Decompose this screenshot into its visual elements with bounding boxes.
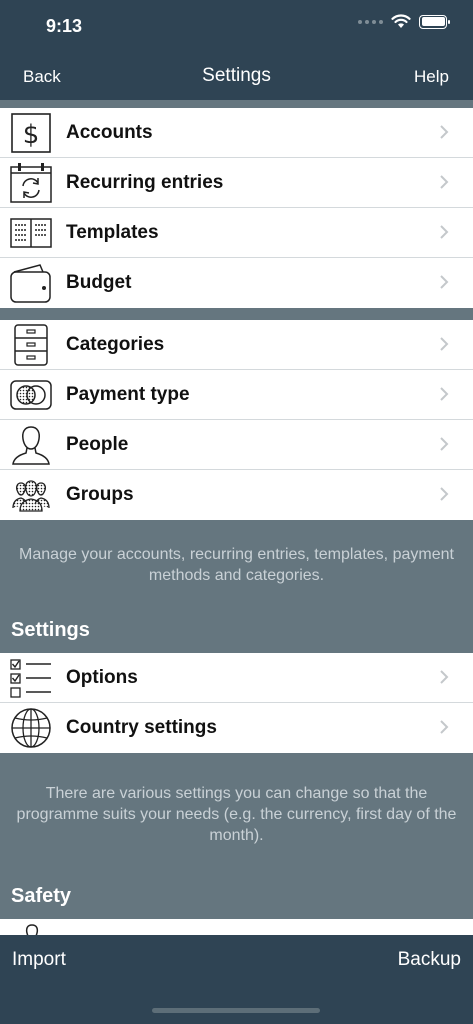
row-options[interactable]: Options [0,653,473,703]
import-button[interactable]: Import [12,949,66,971]
navigation-bar: Back Settings Help [0,52,473,100]
section-header-safety: Safety [11,885,72,907]
chevron-right-icon [440,720,449,734]
chevron-right-icon [440,670,449,684]
svg-text:$: $ [23,120,40,150]
page-title: Settings [202,65,271,86]
help-button[interactable]: Help [414,67,449,87]
row-groups[interactable]: Groups [0,470,473,520]
row-templates[interactable]: Templates [0,208,473,258]
row-payment-type[interactable]: Payment type [0,370,473,420]
person-icon [25,924,39,935]
globe-icon [10,707,52,749]
backup-button[interactable]: Backup [398,949,461,971]
section-footer-note: Manage your accounts, recurring entries,… [19,546,454,584]
row-recurring-entries[interactable]: Recurring entries [0,158,473,208]
chevron-right-icon [440,125,449,139]
row-label: Groups [66,484,134,505]
calendar-refresh-icon [10,162,52,204]
chevron-right-icon [440,337,449,351]
home-indicator[interactable] [152,1008,320,1013]
status-icons [358,14,450,29]
list-group-safety [0,919,473,935]
row-label: Templates [66,222,159,243]
row-label: Payment type [66,384,190,405]
row-label: Accounts [66,122,153,143]
row-label: Categories [66,334,165,355]
wallet-icon [10,262,52,304]
chevron-right-icon [440,225,449,239]
template-book-icon [10,212,52,254]
status-bar: 9:13 [0,0,473,52]
row-categories[interactable]: Categories [0,320,473,370]
row-country-settings[interactable]: Country settings [0,703,473,753]
chevron-right-icon [440,275,449,289]
chevron-right-icon [440,175,449,189]
list-group-settings: Options Country settings [0,653,473,753]
chevron-right-icon [440,487,449,501]
list-group-data: $ Accounts Recurring entries Templates B… [0,108,473,308]
nav-separator [0,100,473,108]
row-safety-partial[interactable] [0,919,473,935]
row-budget[interactable]: Budget [0,258,473,308]
row-label: Budget [66,272,132,293]
row-people[interactable]: People [0,420,473,470]
settings-footer-note: There are various settings you can chang… [16,785,457,844]
checklist-icon [10,657,52,699]
status-time: 9:13 [46,16,83,36]
cabinet-icon [10,324,52,366]
row-label: Options [66,667,138,688]
bottom-toolbar: Import Backup [0,935,473,1024]
battery-icon [419,14,450,29]
row-accounts[interactable]: $ Accounts [0,108,473,158]
group-icon [10,474,52,516]
section-header-settings: Settings [11,619,90,641]
wifi-icon [391,14,411,28]
dollar-icon: $ [10,112,52,154]
person-icon [10,424,52,466]
cellular-signal-icon [358,19,383,24]
chevron-right-icon [440,437,449,451]
row-label: Country settings [66,717,217,738]
row-label: People [66,434,129,455]
row-label: Recurring entries [66,172,224,193]
list-group-classification: Categories Payment type People Groups [0,320,473,520]
credit-card-icon [10,374,52,416]
chevron-right-icon [440,387,449,401]
